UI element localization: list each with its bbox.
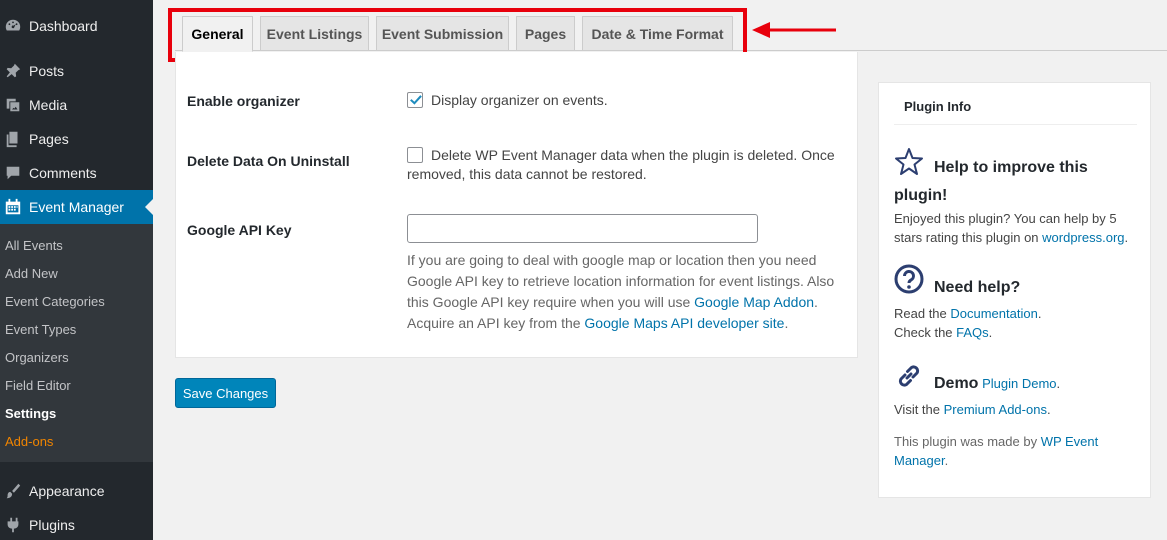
delete-data-text-line1: Delete WP Event Manager data when the pl… bbox=[431, 147, 835, 163]
text-segment: Read the bbox=[894, 306, 951, 321]
menu-item-media[interactable]: Media bbox=[0, 88, 153, 122]
help-line: this Google API key require when you wil… bbox=[407, 292, 847, 313]
text-segment: . bbox=[1037, 306, 1042, 321]
help-text-segment: . bbox=[814, 294, 818, 310]
need-help-heading: Need help? bbox=[934, 279, 1021, 296]
improve-heading-line2: plugin! bbox=[894, 187, 948, 204]
submenu-event-types[interactable]: Event Types bbox=[5, 322, 76, 337]
menu-label: Pages bbox=[29, 131, 69, 147]
enable-organizer-text: Display organizer on events. bbox=[431, 92, 608, 108]
help-text-segment: . bbox=[784, 315, 789, 331]
menu-label: Media bbox=[29, 97, 68, 113]
dashboard-icon bbox=[3, 16, 23, 36]
menu-item-plugins[interactable]: Plugins bbox=[0, 508, 153, 540]
star-icon bbox=[894, 147, 924, 177]
plug-icon bbox=[3, 515, 23, 535]
need-help-text: Read the Documentation. Check the FAQs. bbox=[894, 304, 1041, 342]
plugin-info-title: Plugin Info bbox=[904, 99, 972, 114]
menu-item-pages[interactable]: Pages bbox=[0, 122, 153, 156]
submenu-event-categories[interactable]: Event Categories bbox=[5, 294, 105, 309]
settings-panel: Enable organizer Display organizer on ev… bbox=[175, 52, 858, 358]
text-segment: Check the bbox=[894, 325, 957, 340]
save-changes-button[interactable]: Save Changes bbox=[175, 378, 276, 408]
checkmark-icon bbox=[410, 95, 422, 105]
help-text-segment: this Google API key require when you wil… bbox=[407, 294, 695, 310]
help-text-segment: Acquire an API key from the bbox=[407, 315, 585, 331]
divider bbox=[894, 124, 1137, 125]
premium-add-ons-link[interactable]: Premium Add-ons bbox=[944, 402, 1047, 417]
active-menu-pointer bbox=[145, 199, 153, 215]
enable-organizer-checkbox[interactable] bbox=[407, 92, 423, 108]
plugin-demo-link[interactable]: Plugin Demo bbox=[982, 376, 1056, 391]
google-api-key-input[interactable] bbox=[407, 214, 758, 243]
documentation-link[interactable]: Documentation bbox=[950, 306, 1037, 321]
text-segment: . bbox=[1124, 230, 1129, 245]
annotation-arrow-icon bbox=[752, 22, 836, 38]
faqs-link[interactable]: FAQs bbox=[956, 325, 989, 340]
pages-icon bbox=[3, 129, 23, 149]
comment-icon bbox=[3, 163, 23, 183]
help-icon bbox=[894, 264, 924, 294]
submenu-all-events[interactable]: All Events bbox=[5, 238, 63, 253]
text-segment: . bbox=[944, 453, 949, 468]
delete-data-text-line2: removed, this data cannot be restored. bbox=[407, 166, 647, 182]
pin-icon bbox=[3, 61, 23, 81]
menu-label: Appearance bbox=[29, 483, 105, 499]
menu-label: Dashboard bbox=[29, 18, 98, 34]
demo-heading-row: Demo Plugin Demo. bbox=[934, 375, 1060, 393]
submenu-settings[interactable]: Settings bbox=[5, 406, 56, 421]
submenu-organizers[interactable]: Organizers bbox=[5, 350, 69, 365]
brush-icon bbox=[3, 481, 23, 501]
google-map-addon-link[interactable]: Google Map Addon bbox=[694, 294, 814, 310]
plugin-info-box: Plugin Info Help to improve this plugin!… bbox=[878, 82, 1151, 498]
demo-text: Visit the Premium Add-ons. bbox=[894, 400, 1051, 419]
text-segment: . bbox=[1046, 402, 1051, 417]
google-api-key-label: Google API Key bbox=[187, 222, 292, 238]
enable-organizer-label: Enable organizer bbox=[187, 93, 300, 109]
wordpress-org-link[interactable]: wordpress.org bbox=[1042, 230, 1124, 245]
google-api-key-help: If you are going to deal with google map… bbox=[407, 250, 847, 334]
submenu-field-editor[interactable]: Field Editor bbox=[5, 378, 71, 393]
menu-item-dashboard[interactable]: Dashboard bbox=[0, 9, 153, 43]
submenu-add-ons[interactable]: Add-ons bbox=[5, 434, 53, 449]
event-manager-submenu: All Events Add New Event Categories Even… bbox=[0, 224, 153, 462]
help-line: Google API key to retrieve location info… bbox=[407, 273, 835, 289]
help-line: If you are going to deal with google map… bbox=[407, 252, 817, 268]
text-segment: . bbox=[1056, 376, 1061, 391]
wp-event-manager-link-cont[interactable]: Manager bbox=[894, 453, 945, 468]
made-by-line: Manager. bbox=[894, 451, 1098, 470]
improve-text: Enjoyed this plugin? You can help by 5 s… bbox=[894, 209, 1128, 247]
help-line: Acquire an API key from the Google Maps … bbox=[407, 313, 847, 334]
made-by-text: This plugin was made by WP Event Manager… bbox=[894, 432, 1098, 470]
link-icon bbox=[894, 361, 924, 391]
improve-text-line: stars rating this plugin on wordpress.or… bbox=[894, 228, 1128, 247]
help-text-line: Check the FAQs. bbox=[894, 323, 1041, 342]
calendar-icon bbox=[3, 197, 23, 217]
menu-item-event-manager[interactable]: Event Manager bbox=[0, 190, 153, 224]
help-text-line: Read the Documentation. bbox=[894, 304, 1041, 323]
menu-item-appearance[interactable]: Appearance bbox=[0, 474, 153, 508]
wp-event-manager-link[interactable]: WP Event bbox=[1041, 434, 1099, 449]
menu-label: Event Manager bbox=[29, 199, 124, 215]
improve-heading-line1: Help to improve this bbox=[934, 159, 1088, 176]
submenu-add-new[interactable]: Add New bbox=[5, 266, 58, 281]
text-segment: Visit the bbox=[894, 402, 944, 417]
text-segment: This plugin was made by bbox=[894, 434, 1041, 449]
google-maps-api-developer-site-link[interactable]: Google Maps API developer site bbox=[584, 315, 784, 331]
menu-label: Comments bbox=[29, 165, 97, 181]
media-icon bbox=[3, 95, 23, 115]
made-by-line: This plugin was made by WP Event bbox=[894, 432, 1098, 451]
menu-item-comments[interactable]: Comments bbox=[0, 156, 153, 190]
text-segment: stars rating this plugin on bbox=[894, 230, 1043, 245]
menu-item-posts[interactable]: Posts bbox=[0, 54, 153, 88]
delete-data-label: Delete Data On Uninstall bbox=[187, 153, 350, 169]
admin-sidebar: Dashboard Posts Media Pages Comments Eve… bbox=[0, 0, 153, 540]
delete-data-checkbox[interactable] bbox=[407, 147, 423, 163]
demo-heading: Demo bbox=[934, 375, 979, 392]
menu-label: Plugins bbox=[29, 517, 75, 533]
text-segment: . bbox=[988, 325, 993, 340]
menu-label: Posts bbox=[29, 63, 65, 79]
improve-text-line: Enjoyed this plugin? You can help by 5 bbox=[894, 211, 1117, 226]
